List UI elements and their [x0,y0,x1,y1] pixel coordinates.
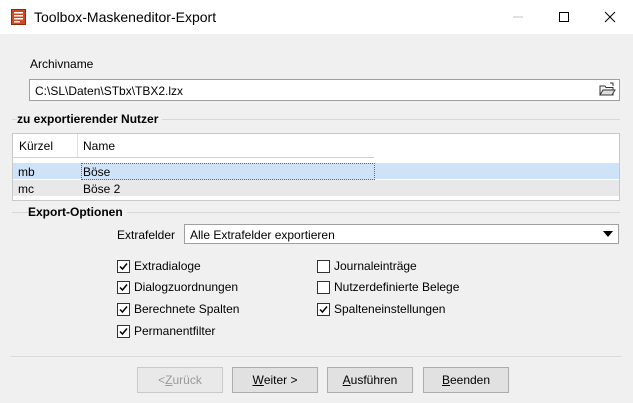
checkbox-berechnete-spalten[interactable]: Berechnete Spalten [117,302,239,316]
run-mnemonic: A [342,373,351,387]
archive-path-field[interactable]: C:\SL\Daten\STbx\TBX2.lzx [29,79,620,101]
users-table-header: Kürzel Name [13,134,374,158]
maximize-icon [559,12,569,22]
back-prefix: < [158,373,166,387]
close-icon [604,11,616,23]
column-header-kuerzel[interactable]: Kürzel [19,139,53,153]
checkbox-box[interactable] [117,259,130,273]
back-label: urück [172,373,202,387]
column-header-name[interactable]: Name [83,139,115,153]
folder-open-icon [599,82,616,96]
next-button[interactable]: Weiter > [232,367,318,393]
extrafelder-select[interactable]: Alle Extrafelder exportieren [184,224,619,244]
table-row[interactable]: mb Böse [13,163,619,180]
cell-name: Böse [83,165,111,179]
close-button[interactable] [587,0,633,34]
maximize-button[interactable] [541,0,587,34]
checkbox-spalteneinstellungen[interactable]: Spalteneinstellungen [317,302,445,316]
chevron-down-icon [603,231,613,237]
options-group-title: Export-Optionen [28,205,127,219]
export-dialog: Toolbox-Maskeneditor-Export Archivname C… [0,0,633,403]
cell-kuerzel: mc [18,182,34,196]
users-table[interactable]: Kürzel Name mb Böse mc Böse 2 [12,133,620,201]
checkbox-box[interactable] [317,259,330,273]
checkbox-extradialoge[interactable]: Extradialoge [117,259,201,273]
checkbox-label: Permanentfilter [134,324,216,338]
cell-focus [81,163,375,180]
checkbox-box[interactable] [317,280,330,294]
checkbox-label: Nutzerdefinierte Belege [334,280,460,294]
back-mnemonic: Z [165,373,173,387]
finish-label: eenden [449,373,491,387]
dropdown-button[interactable] [600,227,616,241]
checkbox-label: Dialogzuordnungen [134,280,239,294]
checkbox-box[interactable] [317,302,330,316]
run-button[interactable]: Ausführen [327,367,413,393]
cell-kuerzel: mb [18,165,35,179]
checkbox-dialogzuordnungen[interactable]: Dialogzuordnungen [117,280,238,294]
checkbox-label: Journaleinträge [334,259,417,273]
cell-name: Böse 2 [83,182,121,196]
checkbox-permanentfilter[interactable]: Permanentfilter [117,324,215,338]
extrafelder-selected: Alle Extrafelder exportieren [190,228,335,242]
table-row[interactable]: mc Böse 2 [13,180,619,196]
window-title: Toolbox-Maskeneditor-Export [34,9,217,25]
checkbox-journaleintraege[interactable]: Journaleinträge [317,259,417,273]
checkbox-label: Berechnete Spalten [134,302,240,316]
browse-folder-button[interactable] [598,82,616,98]
app-icon [11,9,26,25]
checkbox-box[interactable] [117,302,130,316]
minimize-icon [513,16,523,18]
finish-mnemonic: B [441,373,450,387]
checkbox-nutzerdefinierte-belege[interactable]: Nutzerdefinierte Belege [317,280,459,294]
back-button[interactable]: < Zurück [137,367,223,393]
extrafelder-label: Extrafelder [117,228,176,242]
archive-label: Archivname [30,57,94,71]
finish-button[interactable]: Beenden [423,367,509,393]
next-mnemonic: W [252,373,264,387]
checkbox-box[interactable] [117,324,130,338]
users-group-title: zu exportierender Nutzer [17,112,163,126]
run-label: usführen [350,373,398,387]
checkbox-label: Extradialoge [134,259,201,273]
checkbox-label: Spalteneinstellungen [334,302,446,316]
footer-separator [10,356,622,357]
minimize-button[interactable] [495,0,541,34]
archive-path-value: C:\SL\Daten\STbx\TBX2.lzx [35,84,184,98]
checkbox-box[interactable] [117,280,130,294]
title-bar: Toolbox-Maskeneditor-Export [0,0,633,34]
next-label: eiter > [263,373,298,387]
